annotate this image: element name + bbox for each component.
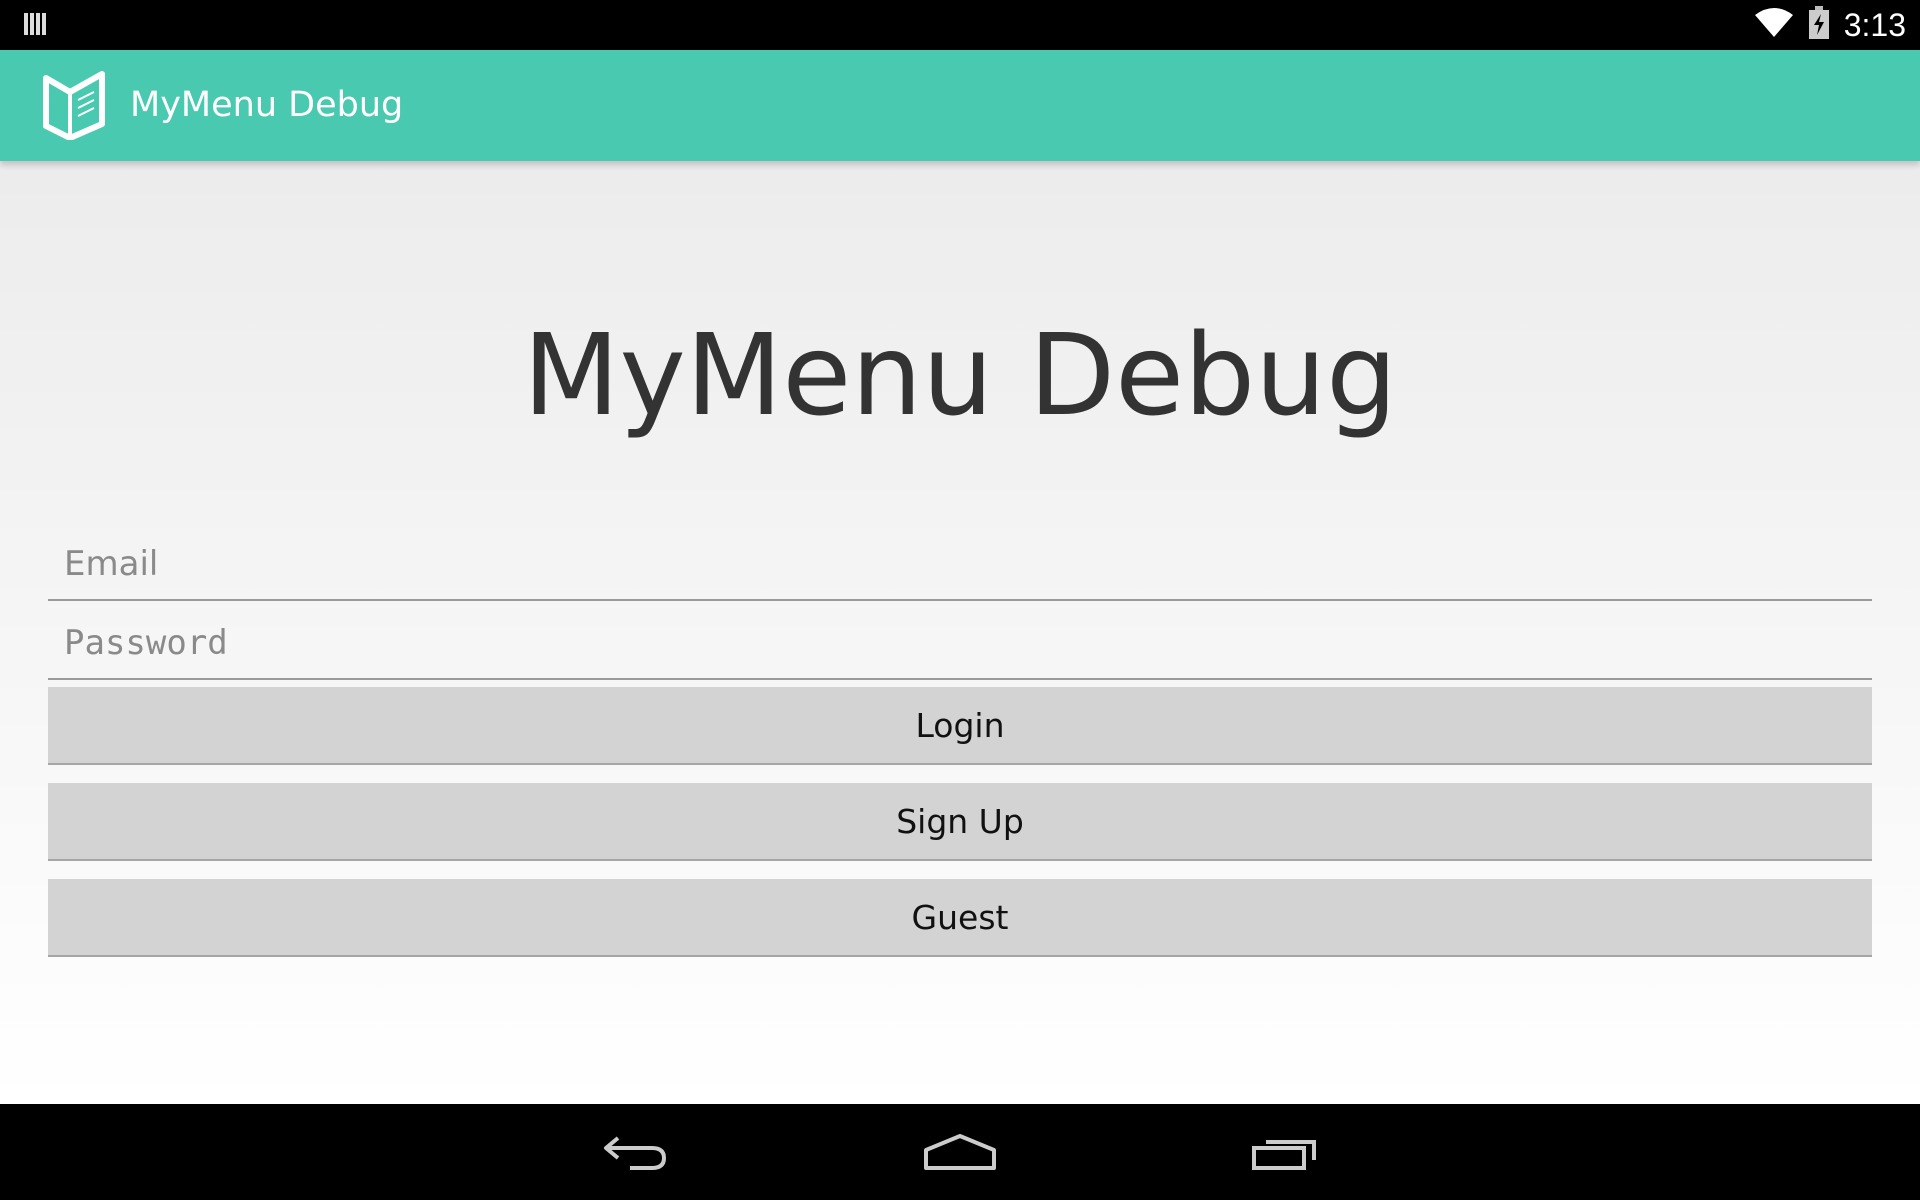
home-icon[interactable] bbox=[915, 1122, 1005, 1182]
password-field[interactable] bbox=[48, 608, 1872, 680]
status-time: 3:13 bbox=[1843, 6, 1906, 43]
notification-bars-icon bbox=[22, 10, 50, 38]
login-content: MyMenu Debug Login Sign Up Guest bbox=[0, 161, 1920, 1104]
action-bar: MyMenu Debug bbox=[0, 50, 1920, 161]
back-icon[interactable] bbox=[590, 1122, 680, 1182]
recent-apps-icon[interactable] bbox=[1240, 1122, 1330, 1182]
navigation-bar bbox=[0, 1104, 1920, 1200]
guest-button[interactable]: Guest bbox=[48, 879, 1872, 957]
status-bar: 3:13 bbox=[0, 0, 1920, 50]
wifi-icon bbox=[1754, 7, 1794, 43]
page-title: MyMenu Debug bbox=[522, 311, 1398, 441]
sign-up-button[interactable]: Sign Up bbox=[48, 783, 1872, 861]
battery-charging-icon bbox=[1808, 6, 1830, 44]
action-bar-title: MyMenu Debug bbox=[130, 85, 404, 125]
app-logo-icon[interactable] bbox=[42, 70, 106, 141]
login-button[interactable]: Login bbox=[48, 687, 1872, 765]
email-field[interactable] bbox=[48, 529, 1872, 601]
